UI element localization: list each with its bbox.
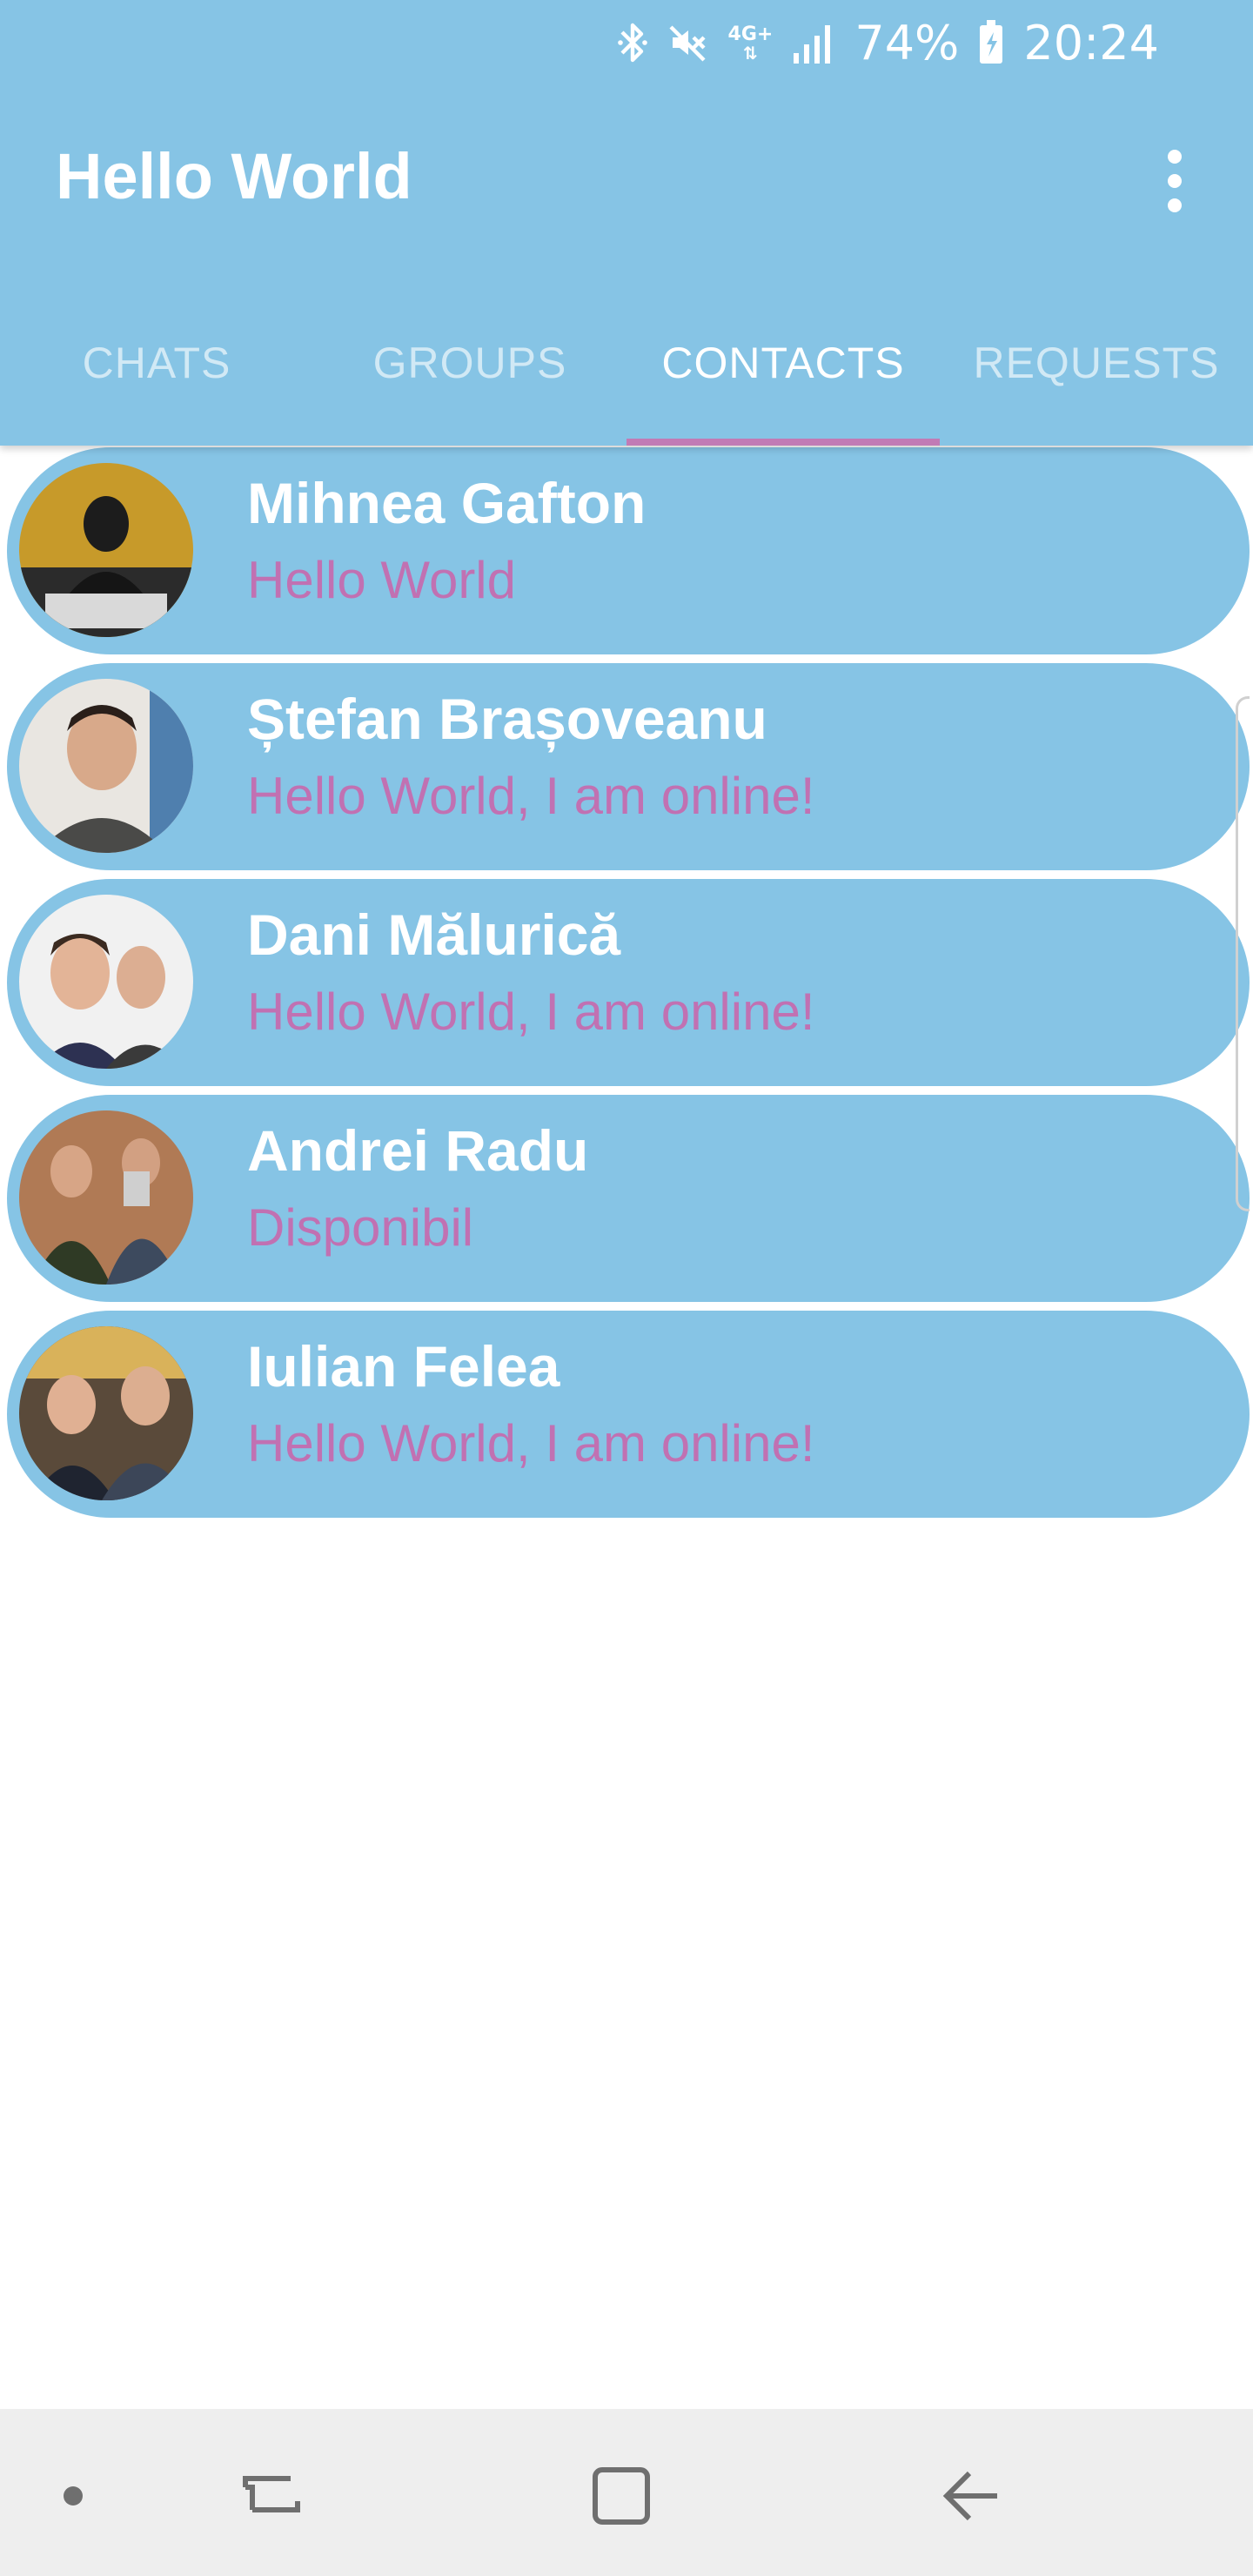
contact-item[interactable]: Dani Mălurică Hello World, I am online! bbox=[7, 879, 1250, 1086]
avatar bbox=[19, 463, 193, 637]
tab-contacts[interactable]: CONTACTS bbox=[626, 322, 940, 446]
avatar bbox=[19, 895, 193, 1069]
tab-groups[interactable]: GROUPS bbox=[313, 322, 626, 446]
bluetooth-icon bbox=[617, 20, 648, 65]
contact-item[interactable]: Mihnea Gafton Hello World bbox=[7, 447, 1250, 654]
recent-apps-icon[interactable] bbox=[228, 2452, 315, 2539]
contact-item[interactable]: Iulian Felea Hello World, I am online! bbox=[7, 1311, 1250, 1518]
battery-percentage: 74% bbox=[854, 15, 960, 70]
back-icon[interactable] bbox=[928, 2452, 1015, 2539]
app-title: Hello World bbox=[56, 140, 412, 212]
contact-name: Andrei Radu bbox=[247, 1118, 589, 1183]
contact-status: Disponibil bbox=[247, 1198, 474, 1257]
home-icon[interactable] bbox=[578, 2452, 665, 2539]
tab-chats[interactable]: CHATS bbox=[0, 322, 313, 446]
navigation-bar bbox=[0, 2409, 1253, 2576]
battery-charging-icon bbox=[978, 20, 1004, 65]
avatar bbox=[19, 1110, 193, 1285]
edge-panel-handle[interactable] bbox=[1236, 696, 1250, 1211]
status-bar: 4G+ ⇅ 74% 20:24 bbox=[617, 12, 1159, 73]
dot-icon[interactable] bbox=[30, 2452, 117, 2539]
app-bar: 4G+ ⇅ 74% 20:24 Hello World CHATS GROUPS… bbox=[0, 0, 1253, 446]
tab-requests[interactable]: REQUESTS bbox=[940, 322, 1253, 446]
contact-status: Hello World bbox=[247, 551, 516, 609]
contact-name: Dani Mălurică bbox=[247, 902, 621, 967]
avatar bbox=[19, 1326, 193, 1500]
4g-plus-icon: 4G+ ⇅ bbox=[727, 23, 774, 64]
contact-status: Hello World, I am online! bbox=[247, 983, 815, 1041]
contact-name: Ștefan Brașoveanu bbox=[247, 687, 767, 751]
more-options-button[interactable] bbox=[1149, 150, 1201, 212]
more-vertical-icon bbox=[1168, 150, 1182, 164]
clock: 20:24 bbox=[1023, 15, 1159, 70]
avatar bbox=[19, 679, 193, 853]
contact-status: Hello World, I am online! bbox=[247, 767, 815, 825]
contact-item[interactable]: Ștefan Brașoveanu Hello World, I am onli… bbox=[7, 663, 1250, 870]
contact-status: Hello World, I am online! bbox=[247, 1414, 815, 1472]
active-tab-indicator bbox=[626, 439, 940, 446]
mute-icon bbox=[667, 22, 709, 64]
signal-icon bbox=[792, 22, 835, 64]
contact-name: Mihnea Gafton bbox=[247, 471, 647, 535]
contact-item[interactable]: Andrei Radu Disponibil bbox=[7, 1095, 1250, 1302]
tab-bar: CHATS GROUPS CONTACTS REQUESTS bbox=[0, 322, 1253, 446]
contact-name: Iulian Felea bbox=[247, 1334, 560, 1399]
